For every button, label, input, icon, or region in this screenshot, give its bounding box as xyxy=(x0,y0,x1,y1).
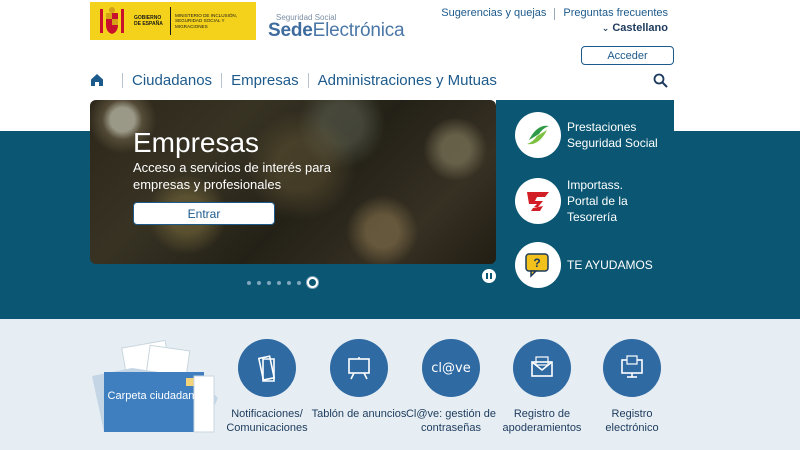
carousel-dot[interactable] xyxy=(247,280,251,285)
carpeta-folder-icon[interactable] xyxy=(90,338,220,436)
importass-link[interactable]: Importass. Portal de la Tesorería xyxy=(515,177,637,225)
government-logo[interactable]: GOBIERNO DE ESPAÑA MINISTERIO DE INCLUSI… xyxy=(90,2,256,40)
chevron-down-icon: ⌄ xyxy=(601,23,610,33)
utility-links: Sugerencias y quejas Preguntas frecuente… xyxy=(433,7,668,20)
service-label: Tablón de anuncios xyxy=(311,408,407,420)
hero-title: Empresas xyxy=(133,127,260,158)
sede-logo[interactable]: SedeElectrónica xyxy=(268,20,405,42)
notifications-icon xyxy=(238,339,296,397)
service-apoderamientos[interactable]: Registro de apoderamientos xyxy=(494,339,590,435)
te-ayudamos-link[interactable]: ? TE AYUDAMOS xyxy=(515,242,653,288)
search-icon[interactable] xyxy=(653,73,668,88)
hero-enter-button[interactable]: Entrar xyxy=(133,202,275,225)
nav-item-ciudadanos[interactable]: Ciudadanos xyxy=(132,72,212,89)
nav-divider xyxy=(221,72,223,88)
nav-item-administraciones[interactable]: Administraciones y Mutuas xyxy=(318,72,497,89)
pause-icon[interactable] xyxy=(482,269,496,283)
login-button[interactable]: Acceder xyxy=(581,46,674,65)
board-icon xyxy=(330,339,388,397)
nav-divider xyxy=(307,72,309,88)
importass-label: Importass. Portal de la Tesorería xyxy=(567,178,628,224)
ministry-name: MINISTERIO DE INCLUSIÓN, SEGURIDAD SOCIA… xyxy=(175,12,238,29)
sede-logo-rest: Electrónica xyxy=(312,20,405,41)
carousel-dot[interactable] xyxy=(297,280,301,285)
carpeta-label[interactable]: Carpeta ciudadana xyxy=(106,389,202,403)
carousel-dots xyxy=(247,277,318,288)
service-label: Notificaciones/ Comunicaciones xyxy=(226,408,308,434)
service-label: Registro de apoderamientos xyxy=(502,408,582,434)
language-label: Castellano xyxy=(612,22,668,34)
main-nav: Ciudadanos Empresas Administraciones y M… xyxy=(90,70,497,90)
sede-logo-bold: Sede xyxy=(268,20,313,41)
featured-links-panel: Prestaciones Seguridad Social Importass.… xyxy=(496,100,674,319)
carousel-dot[interactable] xyxy=(287,280,291,285)
prestaciones-link[interactable]: Prestaciones Seguridad Social xyxy=(515,112,663,158)
help-chat-icon: ? xyxy=(515,242,561,288)
te-ayudamos-label: TE AYUDAMOS xyxy=(567,258,653,272)
service-tablon[interactable]: Tablón de anuncios xyxy=(311,339,407,421)
carousel-dot-active[interactable] xyxy=(307,277,318,288)
nav-item-empresas[interactable]: Empresas xyxy=(231,72,299,89)
hero-subtitle: Acceso a servicios de interés para empre… xyxy=(133,160,331,192)
gov-name: GOBIERNO DE ESPAÑA xyxy=(134,15,163,27)
coat-of-arms-icon xyxy=(90,2,134,40)
svg-text:?: ? xyxy=(533,256,540,270)
carousel-dot[interactable] xyxy=(267,280,271,285)
carousel-dot[interactable] xyxy=(277,280,281,285)
logo-divider xyxy=(170,7,171,35)
prestaciones-icon xyxy=(515,112,561,158)
service-registro-electronico[interactable]: Registro electrónico xyxy=(584,339,680,435)
service-clave[interactable]: cl@ve Cl@ve: gestión de contraseñas xyxy=(403,339,499,435)
service-notificaciones[interactable]: Notificaciones/ Comunicaciones xyxy=(219,339,315,435)
faq-link[interactable]: Preguntas frecuentes xyxy=(555,7,668,20)
clave-icon: cl@ve xyxy=(422,339,480,397)
service-label: Cl@ve: gestión de contraseñas xyxy=(405,408,497,434)
hero-carousel: Empresas Acceso a servicios de interés p… xyxy=(90,100,496,264)
home-icon[interactable] xyxy=(90,73,104,87)
envelope-icon xyxy=(513,339,571,397)
carousel-dot[interactable] xyxy=(257,280,261,285)
language-selector[interactable]: ⌄ Castellano xyxy=(602,22,668,34)
suggestions-link[interactable]: Sugerencias y quejas xyxy=(433,7,554,20)
importass-icon xyxy=(515,178,561,224)
service-label: Registro electrónico xyxy=(605,408,659,434)
clave-icon-text: cl@ve xyxy=(431,360,471,376)
nav-divider xyxy=(122,72,123,88)
computer-icon xyxy=(603,339,661,397)
prestaciones-label: Prestaciones Seguridad Social xyxy=(567,120,658,150)
